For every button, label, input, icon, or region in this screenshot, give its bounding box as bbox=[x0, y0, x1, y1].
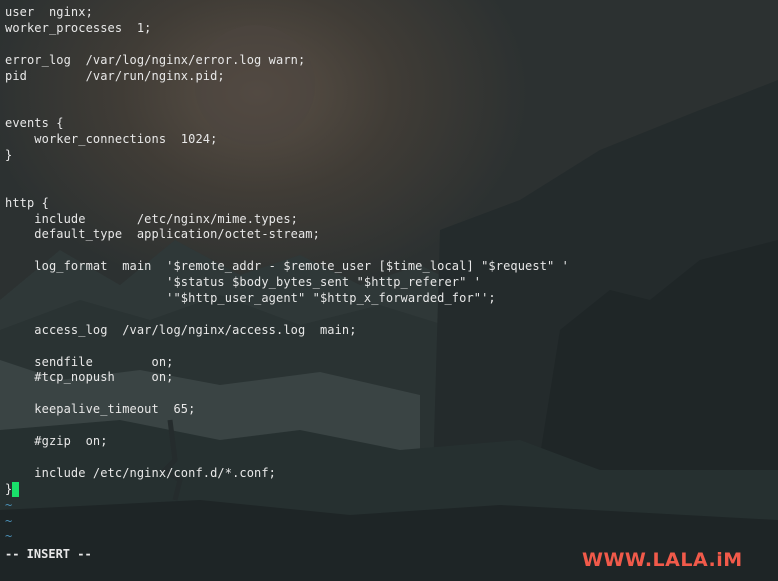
code-line[interactable]: include /etc/nginx/mime.types; bbox=[5, 212, 778, 228]
code-line[interactable] bbox=[5, 180, 778, 196]
code-line[interactable] bbox=[5, 418, 778, 434]
code-line[interactable]: sendfile on; bbox=[5, 355, 778, 371]
code-line[interactable] bbox=[5, 386, 778, 402]
code-line[interactable] bbox=[5, 243, 778, 259]
code-line[interactable] bbox=[5, 84, 778, 100]
code-line[interactable]: log_format main '$remote_addr - $remote_… bbox=[5, 259, 778, 275]
code-line[interactable] bbox=[5, 164, 778, 180]
vim-mode-indicator: -- INSERT -- bbox=[5, 547, 92, 561]
empty-line-marker: ~ bbox=[5, 529, 13, 544]
watermark-text: WWW.LALA.iM bbox=[582, 549, 743, 571]
code-line[interactable]: access_log /var/log/nginx/access.log mai… bbox=[5, 323, 778, 339]
code-line[interactable]: '"$http_user_agent" "$http_x_forwarded_f… bbox=[5, 291, 778, 307]
text-cursor bbox=[12, 481, 20, 497]
code-line[interactable] bbox=[5, 37, 778, 53]
code-line[interactable]: http { bbox=[5, 196, 778, 212]
code-line[interactable]: #gzip on; bbox=[5, 434, 778, 450]
code-line[interactable]: worker_connections 1024; bbox=[5, 132, 778, 148]
code-line[interactable]: } bbox=[5, 481, 778, 498]
code-line[interactable] bbox=[5, 307, 778, 323]
code-line[interactable]: events { bbox=[5, 116, 778, 132]
vim-editor[interactable]: user nginx; worker_processes 1; error_log … bbox=[5, 5, 778, 581]
code-line[interactable]: #tcp_nopush on; bbox=[5, 370, 778, 386]
empty-line-marker: ~ bbox=[5, 513, 13, 528]
code-line[interactable]: pid /var/run/nginx.pid; bbox=[5, 69, 778, 85]
code-line[interactable]: default_type application/octet-stream; bbox=[5, 227, 778, 243]
code-line[interactable]: } bbox=[5, 148, 778, 164]
empty-line-marker: ~ bbox=[5, 497, 13, 512]
code-line[interactable] bbox=[5, 339, 778, 355]
code-line[interactable]: include /etc/nginx/conf.d/*.conf; bbox=[5, 466, 778, 482]
code-line[interactable]: '$status $body_bytes_sent "$http_referer… bbox=[5, 275, 778, 291]
code-line[interactable]: error_log /var/log/nginx/error.log warn; bbox=[5, 53, 778, 69]
code-line[interactable]: user nginx; bbox=[5, 5, 778, 21]
code-line[interactable] bbox=[5, 450, 778, 466]
code-line[interactable] bbox=[5, 100, 778, 116]
code-line[interactable]: keepalive_timeout 65; bbox=[5, 402, 778, 418]
code-line[interactable]: worker_processes 1; bbox=[5, 21, 778, 37]
